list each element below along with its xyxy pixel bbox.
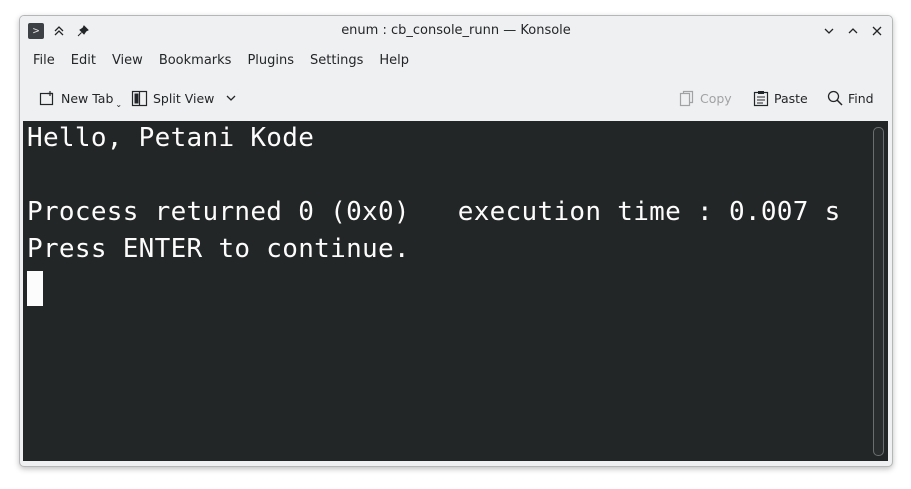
new-tab-dropdown-icon: ⌄ <box>115 99 123 109</box>
maximize-button[interactable] <box>844 22 862 40</box>
split-view-label: Split View <box>153 90 215 106</box>
toolbar: New Tab ⌄ Split View Copy Paste Find <box>20 82 892 114</box>
konsole-app-icon[interactable]: > <box>28 23 44 39</box>
chevron-down-icon <box>226 95 236 101</box>
paste-label: Paste <box>774 90 808 106</box>
copy-label: Copy <box>700 90 732 106</box>
copy-button[interactable]: Copy <box>673 82 738 114</box>
chevron-down-icon <box>824 28 834 34</box>
close-icon <box>872 26 882 36</box>
terminal-line: Press ENTER to continue. <box>27 234 410 264</box>
menu-plugins[interactable]: Plugins <box>240 51 301 70</box>
terminal-scrollbar[interactable] <box>873 127 884 456</box>
split-view-icon <box>131 90 148 106</box>
konsole-window: > enum : cb_console_runn — Konsole File … <box>19 15 893 467</box>
copy-icon <box>679 90 694 106</box>
menu-bar: File Edit View Bookmarks Plugins Setting… <box>20 48 892 72</box>
chevron-up-icon <box>848 28 858 34</box>
title-bar[interactable]: > enum : cb_console_runn — Konsole <box>20 16 892 46</box>
window-title: enum : cb_console_runn — Konsole <box>341 23 571 38</box>
new-tab-button[interactable]: New Tab ⌄ <box>33 82 128 114</box>
paste-button[interactable]: Paste <box>747 82 814 114</box>
minimize-button[interactable] <box>820 22 838 40</box>
find-button[interactable]: Find <box>821 82 880 114</box>
new-tab-icon <box>39 90 54 105</box>
menu-file[interactable]: File <box>26 51 62 70</box>
search-icon <box>827 90 843 106</box>
menu-settings[interactable]: Settings <box>303 51 370 70</box>
pin-icon[interactable] <box>74 22 92 40</box>
terminal-cursor <box>27 271 43 306</box>
keep-above-icon[interactable] <box>50 22 68 40</box>
find-label: Find <box>848 90 874 106</box>
close-button[interactable] <box>868 22 886 40</box>
menu-bookmarks[interactable]: Bookmarks <box>152 51 239 70</box>
terminal-view[interactable]: Hello, Petani Kode Process returned 0 (0… <box>23 121 888 461</box>
terminal-line: Process returned 0 (0x0) execution time … <box>27 197 841 227</box>
menu-edit[interactable]: Edit <box>64 51 103 70</box>
paste-icon <box>753 90 769 106</box>
menu-help[interactable]: Help <box>372 51 416 70</box>
new-tab-label: New Tab <box>61 90 114 106</box>
menu-view[interactable]: View <box>105 51 150 70</box>
terminal-line: Hello, Petani Kode <box>27 123 315 153</box>
split-view-button[interactable]: Split View <box>125 82 243 114</box>
